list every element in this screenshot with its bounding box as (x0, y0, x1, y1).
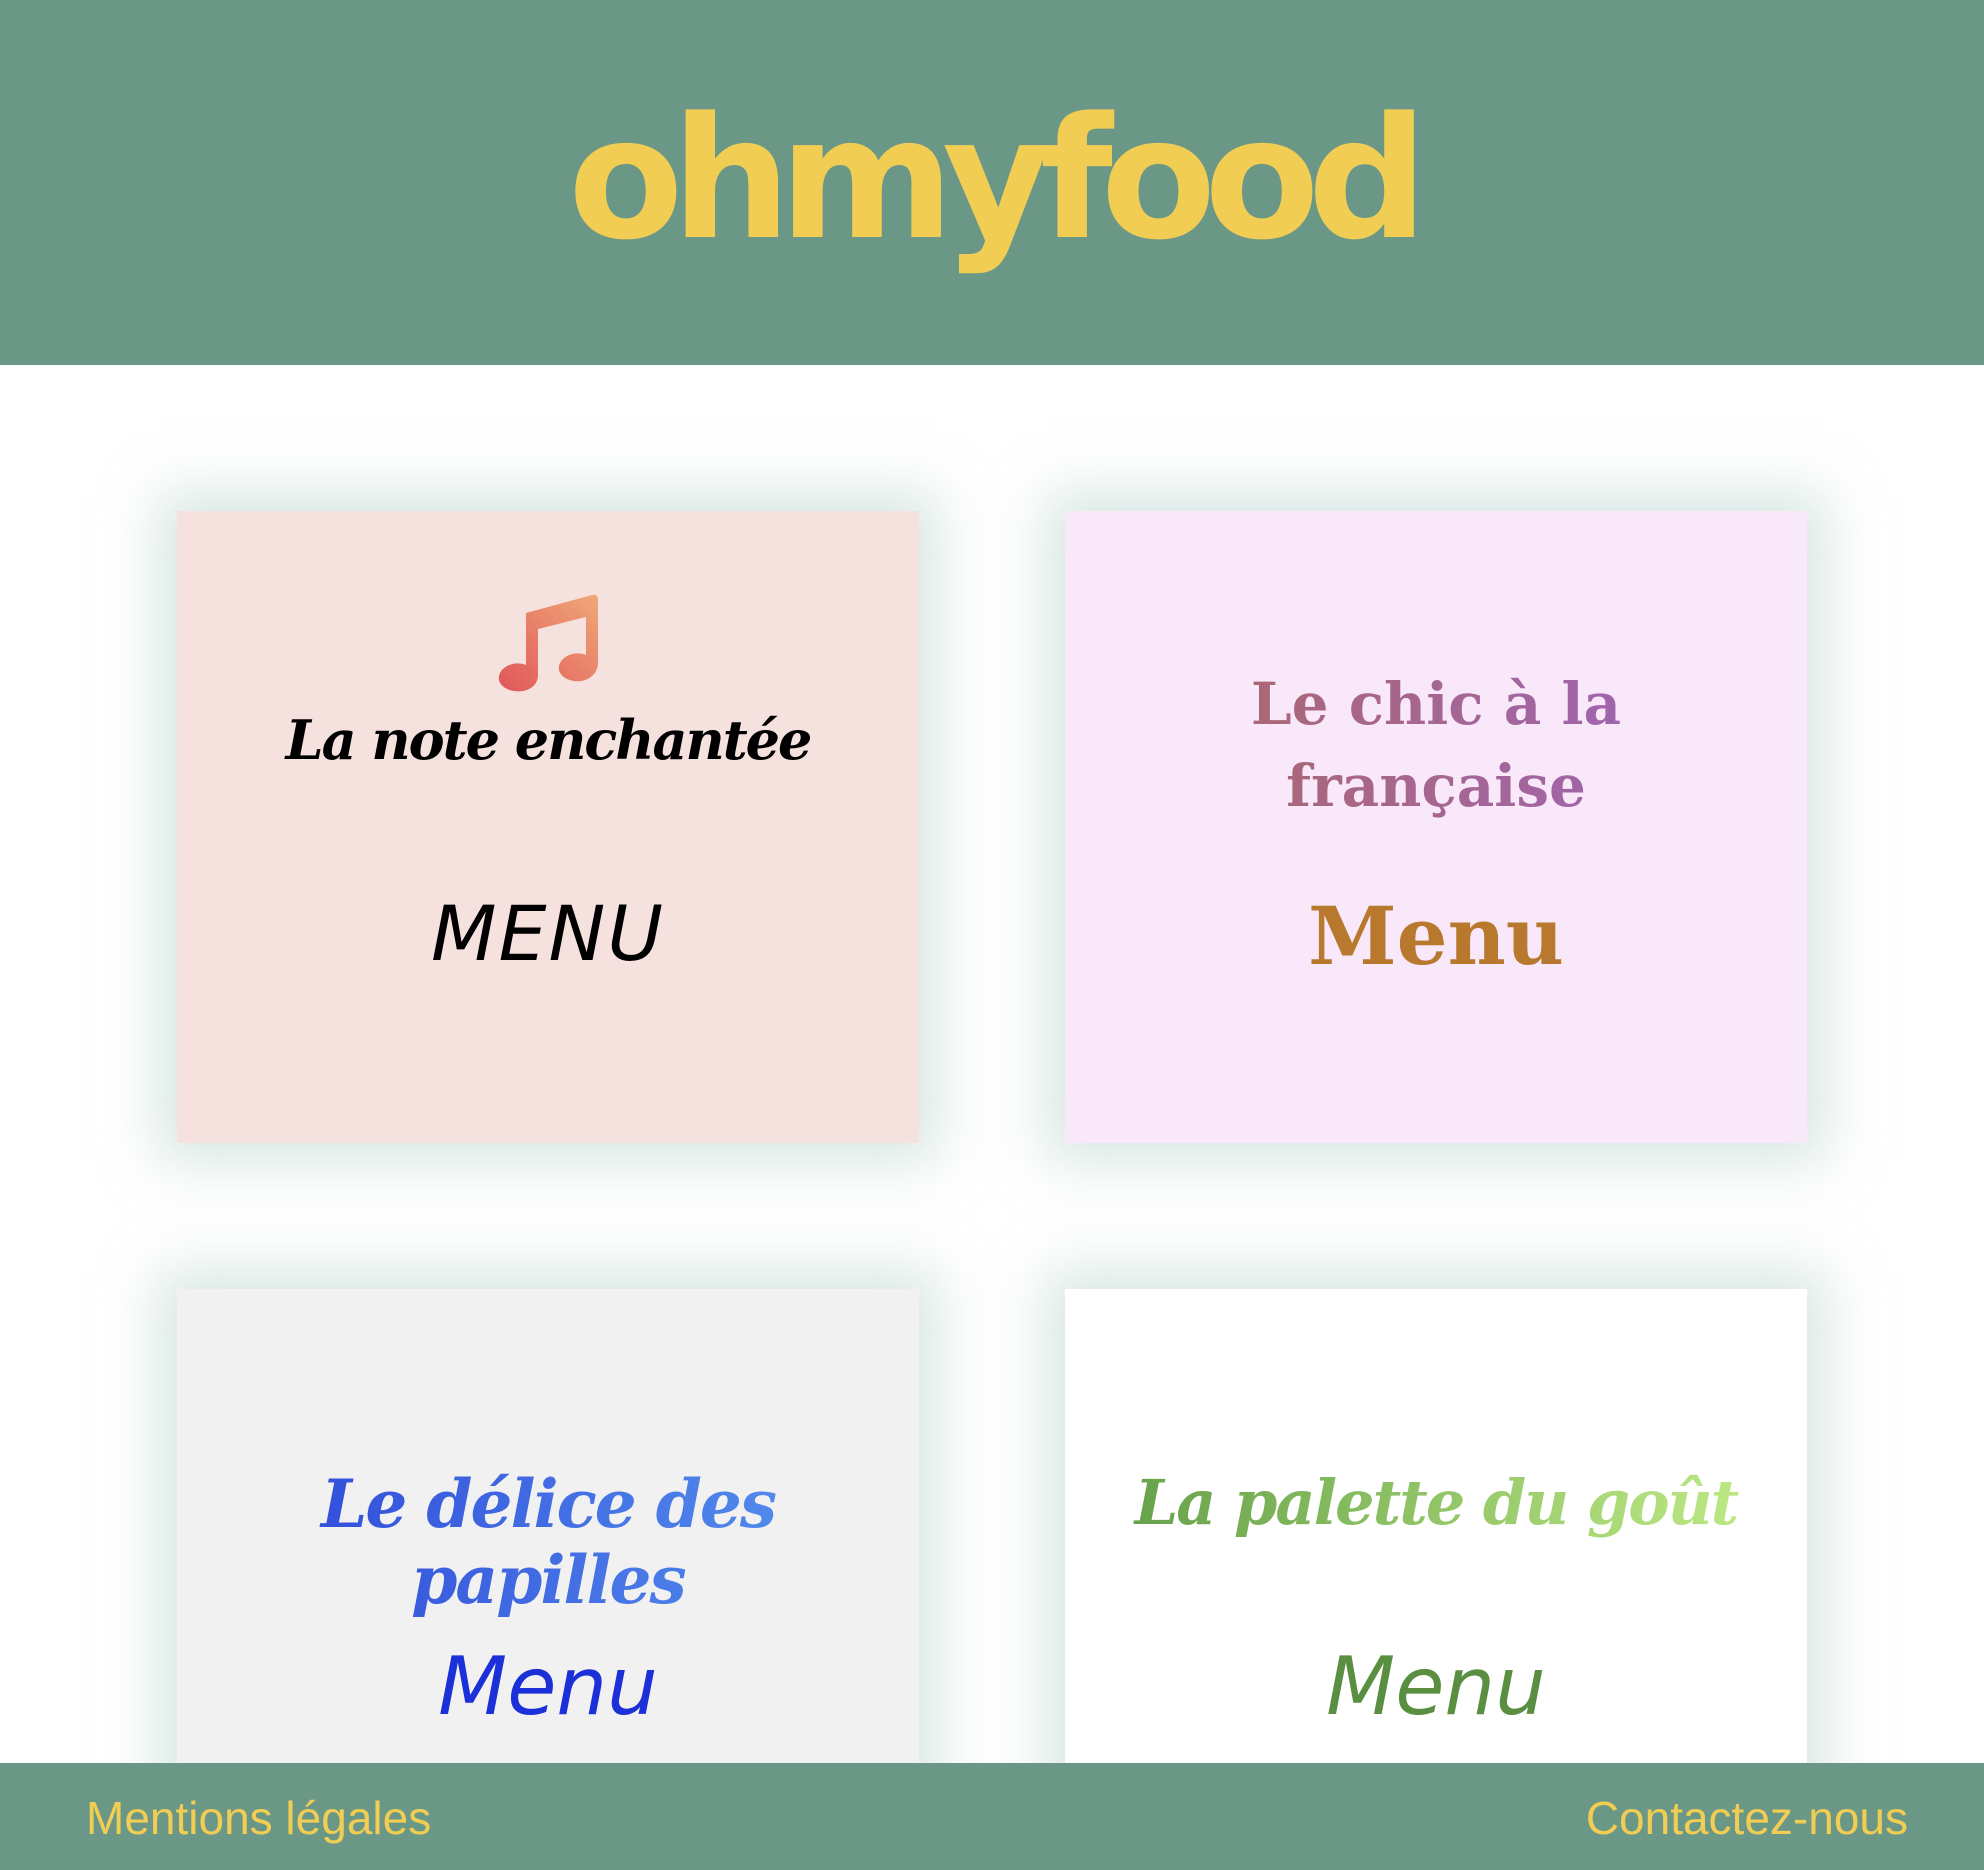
contact-link[interactable]: Contactez-nous (1586, 1795, 1908, 1841)
music-note-icon (498, 594, 598, 692)
menu-link[interactable]: Menu (1065, 896, 1807, 976)
legal-notice-link[interactable]: Mentions légales (86, 1795, 431, 1841)
restaurant-grid: La note enchantée MENU Le chic à la fran… (0, 365, 1984, 1763)
page: ohmyfood La note enchantée MENU Le chic … (0, 0, 1984, 1870)
restaurant-name: La note enchantée (285, 708, 813, 772)
restaurant-name: Le chic à la française (1065, 663, 1807, 827)
restaurant-card-la-note-enchantee[interactable]: La note enchantée MENU (177, 511, 919, 1143)
site-footer: Mentions légales Contactez-nous (0, 1763, 1984, 1870)
restaurant-name: La palette du goût (1065, 1467, 1807, 1539)
restaurant-card-le-delice-des-papilles[interactable]: Le délice des papilles Menu (177, 1289, 919, 1763)
restaurant-card-la-palette-du-gout[interactable]: La palette du goût Menu (1065, 1289, 1807, 1763)
menu-link[interactable]: Menu (1065, 1647, 1807, 1727)
restaurant-card-le-chic-a-la-francaise[interactable]: Le chic à la française Menu (1065, 511, 1807, 1143)
site-logo[interactable]: ohmyfood (568, 95, 1428, 263)
menu-link[interactable]: Menu (177, 1647, 919, 1727)
restaurant-name: Le délice des papilles (177, 1466, 919, 1619)
menu-link[interactable]: MENU (177, 896, 919, 972)
site-header: ohmyfood (0, 0, 1984, 365)
